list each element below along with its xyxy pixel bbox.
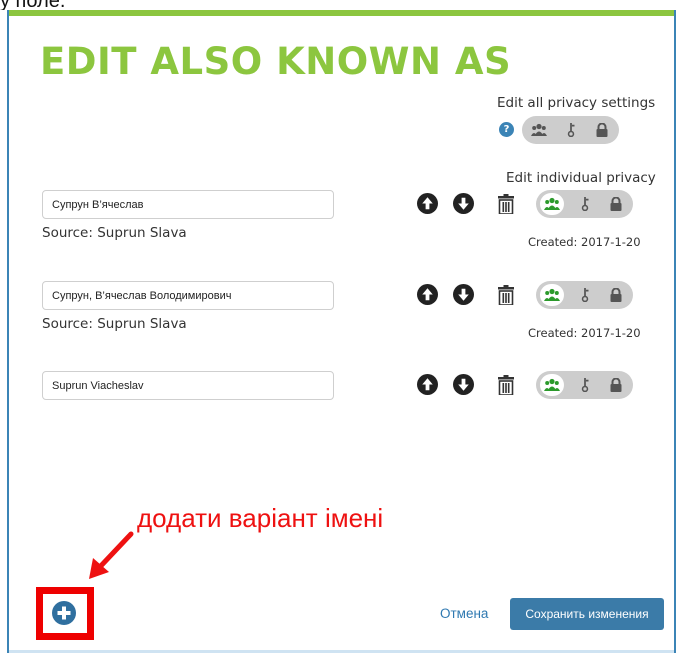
name-input[interactable] (42, 190, 334, 219)
created-date: Created: 2017-1-20 (528, 326, 641, 340)
row-privacy-toggle[interactable] (536, 281, 633, 309)
lock-icon[interactable] (595, 123, 609, 137)
key-icon[interactable] (579, 288, 591, 302)
move-down-button[interactable] (453, 374, 474, 395)
annotation-arrow (89, 531, 134, 579)
delete-button[interactable] (498, 375, 514, 395)
name-source: Source: Suprun Slava (42, 225, 187, 241)
edit-all-privacy-label: Edit all privacy settings (497, 95, 656, 111)
move-up-button[interactable] (417, 284, 438, 305)
annotation-text: додати варіант імені (137, 503, 384, 533)
people-icon[interactable] (544, 378, 560, 392)
key-icon[interactable] (565, 123, 577, 137)
global-privacy-toggle[interactable] (522, 116, 619, 144)
row-privacy-toggle[interactable] (536, 371, 633, 399)
move-up-button[interactable] (417, 374, 438, 395)
dialog-accent-bar (9, 10, 674, 16)
edit-aka-dialog: EDIT ALSO KNOWN AS Edit all privacy sett… (7, 10, 676, 653)
people-icon[interactable] (544, 288, 560, 302)
name-source: Source: Suprun Slava (42, 316, 187, 332)
lock-icon[interactable] (609, 378, 623, 392)
name-input[interactable] (42, 281, 334, 310)
move-up-button[interactable] (417, 193, 438, 214)
save-changes-button[interactable]: Сохранить изменения (510, 598, 664, 630)
name-input[interactable] (42, 371, 334, 400)
dialog-title: EDIT ALSO KNOWN AS (40, 40, 512, 83)
move-down-button[interactable] (453, 193, 474, 214)
edit-individual-privacy-label: Edit individual privacy (506, 170, 656, 186)
lock-icon[interactable] (609, 288, 623, 302)
key-icon[interactable] (579, 197, 591, 211)
people-icon[interactable] (531, 123, 547, 137)
created-date: Created: 2017-1-20 (528, 235, 641, 249)
delete-button[interactable] (498, 285, 514, 305)
people-icon[interactable] (544, 197, 560, 211)
lock-icon[interactable] (609, 197, 623, 211)
key-icon[interactable] (579, 378, 591, 392)
cancel-link[interactable]: Отмена (440, 606, 488, 621)
add-name-button[interactable] (52, 601, 76, 625)
page-fragment: у поле. (0, 0, 688, 10)
move-down-button[interactable] (453, 284, 474, 305)
row-privacy-toggle[interactable] (536, 190, 633, 218)
help-icon[interactable]: ? (499, 122, 514, 137)
delete-button[interactable] (498, 194, 514, 214)
